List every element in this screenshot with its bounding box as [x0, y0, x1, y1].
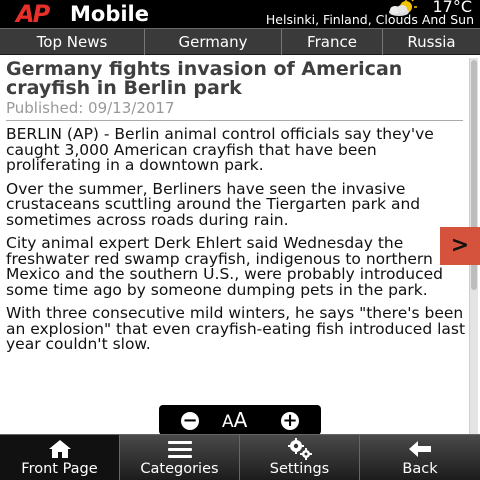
font-size-label: AA: [222, 408, 247, 434]
front-page-label: Front Page: [21, 461, 98, 477]
tab-top-news[interactable]: Top News: [0, 29, 145, 55]
categories-button[interactable]: Categories: [120, 435, 240, 480]
tab-germany[interactable]: Germany: [145, 29, 282, 55]
settings-button[interactable]: Settings: [240, 435, 360, 480]
category-tabs: Top News Germany France Russia: [0, 28, 480, 55]
ap-logo: AP: [16, 0, 50, 28]
settings-label: Settings: [269, 461, 330, 477]
app-header: AP Mobile 17°C Helsinki, Finland, Clouds…: [0, 0, 480, 28]
font-size-label-big: A: [233, 408, 248, 432]
article-paragraph: With three consecutive mild winters, he …: [6, 304, 466, 353]
tab-france[interactable]: France: [282, 29, 383, 55]
article-headline: Germany fights invasion of American cray…: [6, 58, 403, 99]
back-label: Back: [402, 461, 438, 477]
gear-icon: [287, 438, 312, 460]
decrease-font-button[interactable]: −: [181, 412, 199, 430]
list-icon: [167, 441, 192, 458]
bottom-nav: Front Page Categories Settings Back: [0, 434, 480, 480]
app-title: Mobile: [70, 2, 149, 26]
weather-location: Helsinki, Finland, Clouds And Sun: [265, 12, 474, 27]
back-button[interactable]: Back: [360, 435, 480, 480]
categories-label: Categories: [140, 461, 219, 477]
article-paragraph: City animal expert Derk Ehlert said Wedn…: [6, 234, 443, 299]
front-page-button[interactable]: Front Page: [0, 435, 120, 480]
home-icon: [48, 440, 71, 458]
next-article-button[interactable]: >: [440, 227, 480, 265]
published-date: Published: 09/13/2017: [6, 99, 463, 121]
article: Germany fights invasion of American cray…: [6, 60, 468, 353]
increase-font-button[interactable]: +: [281, 412, 299, 430]
font-size-label-small: A: [222, 412, 234, 432]
article-paragraph: BERLIN (AP) - Berlin animal control offi…: [6, 125, 434, 174]
back-arrow-icon: [409, 441, 431, 457]
article-paragraph: Over the summer, Berliners have seen the…: [6, 179, 421, 229]
font-size-control: − AA +: [159, 405, 321, 435]
tab-russia[interactable]: Russia: [383, 29, 480, 55]
